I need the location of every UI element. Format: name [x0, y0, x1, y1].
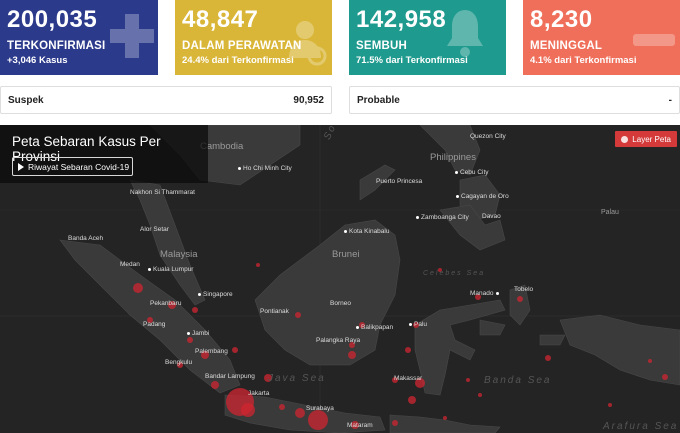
city-marker: Bandar Lampung: [205, 373, 255, 380]
city-marker: Jambi: [187, 330, 209, 337]
map-header: Peta Sebaran Kasus Per Provinsi Riwayat …: [0, 125, 208, 183]
stats-summary: 200,035 TERKONFIRMASI +3,046 Kasus 48,84…: [0, 0, 680, 76]
city-marker: Manado: [470, 290, 501, 297]
city-marker: Nakhon Si Thammarat: [130, 189, 195, 196]
recovered-card: 142,958 SEMBUH 71.5% dari Terkonfirmasi: [349, 0, 506, 75]
city-marker: Jakarta: [248, 390, 270, 397]
city-marker: Mataram: [347, 422, 373, 429]
city-marker: Pontianak: [260, 308, 289, 315]
city-marker: Kota Kinabalu: [344, 228, 389, 235]
city-marker: Borneo: [330, 300, 351, 307]
country-palau: Palau: [601, 209, 619, 216]
region-java-sea: Java Sea: [268, 373, 326, 384]
history-button-label: Riwayat Sebaran Covid-19: [28, 161, 130, 172]
play-icon: [18, 162, 24, 171]
suspect-label: Suspek: [8, 94, 44, 106]
confirmed-card: 200,035 TERKONFIRMASI +3,046 Kasus: [0, 0, 158, 75]
suspect-value: 90,952: [293, 94, 324, 106]
history-button[interactable]: Riwayat Sebaran Covid-19: [12, 157, 133, 176]
city-marker: Quezon City: [470, 133, 506, 140]
layer-map-button[interactable]: Layer Peta: [615, 131, 677, 147]
city-marker: Medan: [120, 261, 140, 268]
layers-icon: [621, 135, 629, 143]
city-marker: Makassar: [394, 375, 423, 382]
plus-icon: [110, 14, 154, 58]
city-marker: Palu: [409, 321, 427, 328]
city-marker: Padang: [143, 321, 166, 328]
city-marker: Alor Setar: [140, 226, 169, 233]
region-celebes-sea: Celebes Sea: [423, 270, 486, 277]
deaths-value: 8,230: [530, 6, 593, 33]
probable-row: Probable -: [349, 86, 680, 114]
city-marker: Singapore: [198, 291, 233, 298]
deaths-sub: 4.1% dari Terkonfirmasi: [530, 55, 637, 66]
city-marker: Palembang: [195, 348, 228, 355]
layer-map-label: Layer Peta: [632, 134, 671, 144]
city-marker: Kuala Lumpur: [148, 266, 193, 273]
country-philippines: Philippines: [430, 152, 476, 163]
in-care-card: 48,847 DALAM PERAWATAN 24.4% dari Terkon…: [175, 0, 332, 75]
country-brunei: Brunei: [332, 249, 360, 260]
city-marker: Banda Aceh: [68, 235, 104, 242]
probable-label: Probable: [357, 94, 400, 106]
suspect-row: Suspek 90,952: [0, 86, 332, 114]
city-marker: Davao: [482, 213, 501, 220]
patient-icon: [289, 21, 327, 66]
minus-icon: [633, 34, 675, 46]
city-marker: Cebu City: [455, 169, 489, 176]
probable-value: -: [668, 94, 672, 106]
city-marker: Zamboanga City: [416, 214, 469, 221]
region-banda-sea: Banda Sea: [484, 375, 552, 386]
city-marker: Surabaya: [306, 405, 334, 412]
case-distribution-map[interactable]: South China Sea Java Sea Banda Sea Celeb…: [0, 125, 680, 433]
country-malaysia: Malaysia: [160, 249, 198, 260]
city-marker: Pekanbaru: [150, 300, 182, 307]
bell-icon: [447, 10, 483, 57]
region-arafura-sea: Arafura Sea: [603, 421, 679, 432]
city-marker: Tobelo: [514, 286, 534, 293]
city-marker: Bengkulu: [165, 359, 193, 366]
city-marker: Cagayan de Oro: [456, 193, 509, 200]
deaths-card: 8,230 MENINGGAL 4.1% dari Terkonfirmasi: [523, 0, 680, 75]
city-marker: Ho Chi Minh City: [238, 165, 292, 172]
city-marker: Puerto Princesa: [376, 178, 423, 185]
city-marker: Palangka Raya: [316, 337, 361, 344]
city-marker: Balikpapan: [356, 324, 393, 331]
